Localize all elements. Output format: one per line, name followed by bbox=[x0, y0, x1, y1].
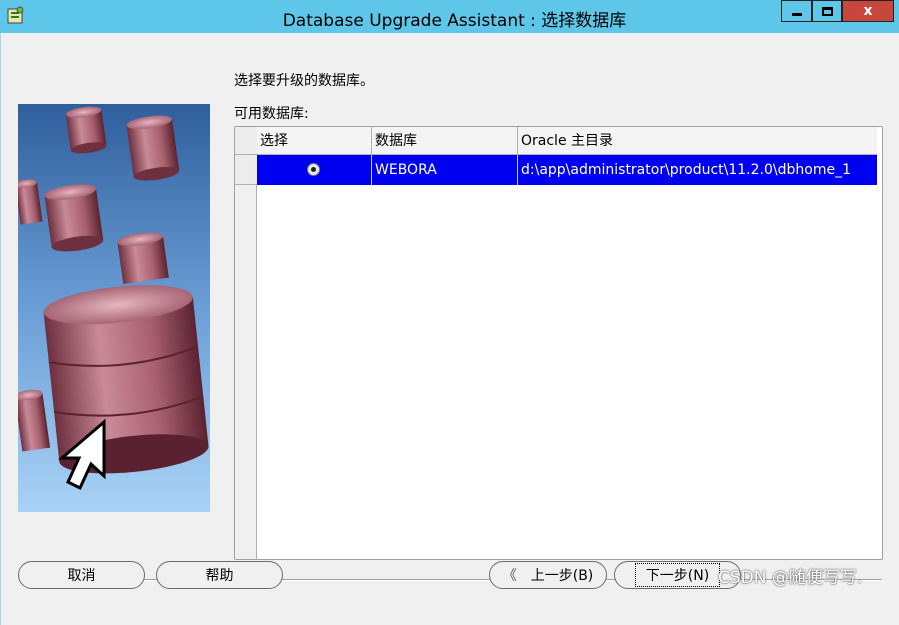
back-button[interactable]: 《 上一步(B) bbox=[489, 561, 607, 589]
table-header: 选择 数据库 Oracle 主目录 bbox=[257, 127, 877, 155]
dialog-client-area: 选择要升级的数据库。 可用数据库: 选择 数据库 Oracle 主目录 WEBO… bbox=[0, 33, 899, 625]
help-button[interactable]: 帮助 bbox=[156, 561, 283, 589]
watermark: CSDN @随便写写. bbox=[718, 568, 863, 588]
cancel-button[interactable]: 取消 bbox=[18, 561, 145, 589]
minimize-button[interactable] bbox=[781, 0, 812, 22]
close-button[interactable]: x bbox=[842, 0, 894, 22]
close-icon: x bbox=[863, 3, 873, 19]
intro-text: 选择要升级的数据库。 bbox=[234, 73, 374, 89]
back-label: 上一步(B) bbox=[530, 568, 594, 584]
title-bar: Database Upgrade Assistant : 选择数据库 x bbox=[0, 0, 899, 33]
column-header-select[interactable]: 选择 bbox=[257, 127, 372, 155]
select-cell[interactable] bbox=[257, 155, 372, 185]
table-row[interactable]: WEBORA d:\app\administrator\product\11.2… bbox=[257, 155, 877, 185]
row-header-column bbox=[235, 127, 257, 559]
oracle-home-cell: d:\app\administrator\product\11.2.0\dbho… bbox=[521, 162, 851, 178]
minimize-icon bbox=[791, 12, 802, 16]
database-table: 选择 数据库 Oracle 主目录 WEBORA d:\app\administ… bbox=[234, 126, 883, 560]
help-label: 帮助 bbox=[205, 568, 234, 584]
column-header-database[interactable]: 数据库 bbox=[372, 127, 518, 155]
database-cell: WEBORA bbox=[372, 155, 518, 185]
window-title: Database Upgrade Assistant : 选择数据库 bbox=[282, 11, 627, 31]
maximize-button[interactable] bbox=[812, 0, 842, 22]
database-illustration bbox=[18, 104, 210, 512]
maximize-icon bbox=[821, 6, 833, 16]
available-databases-label: 可用数据库: bbox=[234, 106, 309, 122]
chevron-left-icon: 《 bbox=[502, 568, 517, 584]
table-corner bbox=[235, 127, 257, 155]
cancel-label: 取消 bbox=[67, 568, 96, 584]
select-radio[interactable] bbox=[307, 163, 320, 176]
next-label: 下一步(N) bbox=[634, 563, 721, 587]
column-header-oracle-home[interactable]: Oracle 主目录 bbox=[518, 127, 877, 155]
row-header[interactable] bbox=[235, 155, 257, 185]
